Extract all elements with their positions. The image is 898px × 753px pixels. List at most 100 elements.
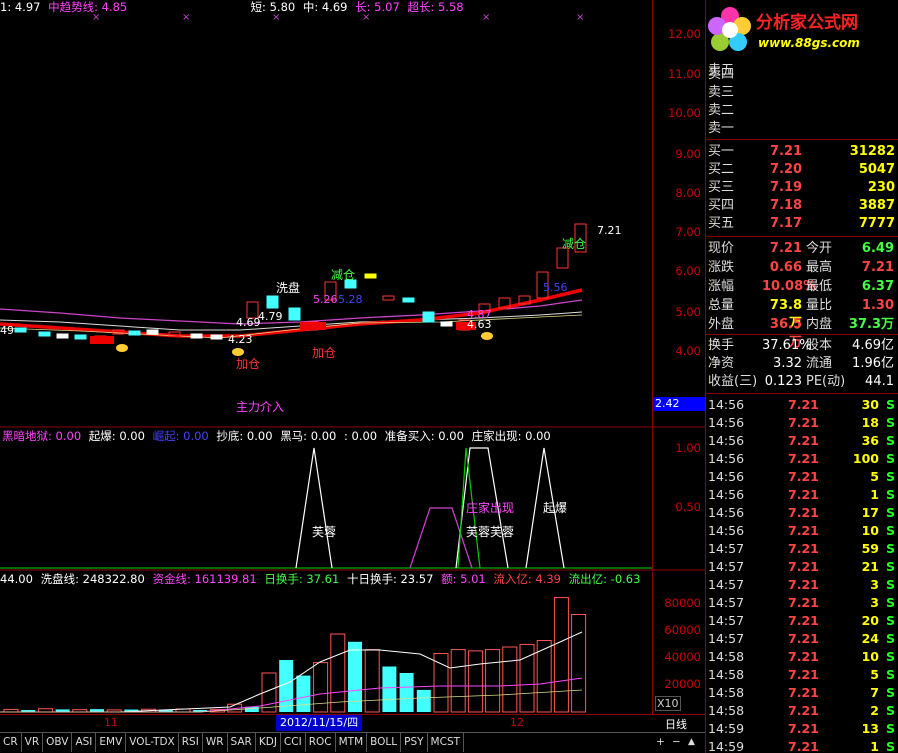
indicator-label: 芙蓉芙蓉 (466, 525, 515, 539)
price-annotation: 5.56 (543, 281, 568, 294)
signal-jiancang: 减仓 (562, 237, 587, 251)
candle (440, 321, 453, 327)
tab-asi[interactable]: ASI (72, 733, 97, 752)
price-annotation: 4.69 (236, 316, 261, 329)
stat-value: 1.30 (861, 298, 894, 313)
price-tick: 10.00 (668, 106, 701, 120)
buy-order-row: 买一 7.21 31282 (708, 144, 895, 159)
indicator-chart[interactable] (0, 428, 705, 571)
top-marker: × (182, 12, 190, 23)
tab-psy[interactable]: PSY (401, 733, 428, 752)
volume-bar (571, 614, 587, 713)
volume-bar (433, 653, 449, 713)
tab-boll[interactable]: BOLL (367, 733, 402, 752)
tick-row: 14:58 7.21 2 S (708, 703, 895, 718)
tab-obv[interactable]: OBV (43, 733, 73, 752)
stat-label: 量比 (806, 298, 833, 313)
tick-row: 14:57 7.21 59 S (708, 541, 895, 556)
fund-value: 37.61% (762, 338, 812, 353)
period-label[interactable]: 日线 (665, 716, 687, 732)
volume-bar (416, 689, 431, 712)
sell-order-row: 卖三 (706, 84, 898, 102)
stat-label: 最高 (806, 260, 833, 275)
stat-value: 6.37 (861, 279, 894, 294)
stat-label: 内盘 (806, 317, 833, 332)
candle (382, 295, 395, 301)
volume-chart[interactable] (0, 572, 705, 714)
tab-rsi[interactable]: RSI (179, 733, 203, 752)
tab-roc[interactable]: ROC (306, 733, 336, 752)
price-tick: 4.00 (675, 344, 701, 358)
tab-kdj[interactable]: KDJ (256, 733, 281, 752)
indicator-label: 起爆 (543, 501, 568, 515)
stat-value: 0.66 (769, 260, 802, 275)
indicator-peak (409, 507, 473, 569)
candle (146, 329, 159, 335)
tab-mtm[interactable]: MTM (336, 733, 368, 752)
zoom-in-icon[interactable]: + (656, 733, 665, 752)
indicator-axis: 1.00 0.50 (652, 428, 705, 571)
tick-row: 14:56 7.21 30 S (708, 397, 895, 412)
buy-order-row: 买二 7.20 5047 (708, 162, 895, 177)
volume-bar (399, 673, 414, 712)
tab-cci[interactable]: CCI (281, 733, 306, 752)
tab-mcst[interactable]: MCST (428, 733, 465, 752)
zoom-out-icon[interactable]: − (672, 733, 681, 752)
order-label: 卖四 (708, 67, 735, 82)
fund-value: 0.123 (764, 374, 802, 389)
tick-row: 14:57 7.21 24 S (708, 631, 895, 646)
fund-label: PE(动) (806, 374, 846, 389)
volume-bar (296, 675, 311, 712)
indicator-tab-bar: CR VR OBV ASI EMV VOL-TDX RSI WR SAR KDJ CCI ROC MTM… (0, 732, 705, 753)
scroll-up-icon[interactable]: ▲ (688, 733, 695, 752)
tick-row: 14:58 7.21 7 S (708, 685, 895, 700)
tab-vol-tdx[interactable]: VOL-TDX (126, 733, 179, 752)
price-tick: 11.00 (668, 67, 701, 81)
price-axis-cursor-box: 2.42 (653, 397, 705, 411)
stat-value: 6.49 (861, 241, 894, 256)
tick-row: 14:57 7.21 3 S (708, 595, 895, 610)
tick-row: 14:56 7.21 17 S (708, 505, 895, 520)
candle (14, 327, 27, 333)
tab-sar[interactable]: SAR (228, 733, 256, 752)
price-annotation: 4.23 (228, 333, 253, 346)
sell-order-row: 卖一 (706, 120, 898, 138)
signal-xipan: 洗盘 (276, 281, 301, 295)
stat-value: 37.3万 (848, 317, 894, 332)
tab-cr[interactable]: CR (0, 733, 22, 752)
stat-label: 最低 (806, 279, 833, 294)
volume-bar (364, 649, 380, 713)
volume-bar (382, 666, 397, 712)
price-chart[interactable]: × × × × × × (0, 0, 705, 430)
tab-vr[interactable]: VR (22, 733, 44, 752)
tick-row: 14:56 7.21 100 S (708, 451, 895, 466)
candle (190, 333, 203, 339)
candle (74, 334, 87, 340)
indicator-label: 芙蓉 (312, 525, 337, 539)
signal-zhuli: 主力介入 (236, 400, 285, 414)
tab-wr[interactable]: WR (203, 733, 228, 752)
fund-label: 换手 (708, 338, 735, 353)
top-marker: × (576, 12, 584, 23)
flower-logo-icon (708, 7, 751, 51)
tick-row: 14:56 7.21 5 S (708, 469, 895, 484)
tick-row: 14:56 7.21 10 S (708, 523, 895, 538)
quote-panel: 分析家公式网 www.88gs.com 卖五 卖四 卖三 卖二 卖一 买一 7.2… (705, 0, 898, 753)
date-cursor-box: 2012/11/15/四 (276, 715, 363, 731)
tick-row: 14:58 7.21 10 S (708, 649, 895, 664)
fund-value: 4.69亿 (852, 338, 894, 353)
stat-label: 外盘 (708, 317, 735, 332)
indicator-tick: 0.50 (675, 500, 701, 514)
candle (288, 307, 301, 321)
tick-row: 14:58 7.21 5 S (708, 667, 895, 682)
volume-bar (313, 662, 329, 713)
stat-value: 7.21 (769, 241, 802, 256)
candle (56, 333, 69, 339)
buy-order-row: 买三 7.19 230 (708, 180, 895, 195)
buy-order-row: 买五 7.17 7777 (708, 216, 895, 231)
indicator-peak (295, 447, 333, 569)
volume-tick: 80000 (664, 596, 701, 610)
price-tick: 12.00 (668, 27, 701, 41)
price-axis: 12.00 11.00 10.00 9.00 8.00 7.00 6.00 5.… (652, 0, 705, 427)
tab-emv[interactable]: EMV (96, 733, 127, 752)
